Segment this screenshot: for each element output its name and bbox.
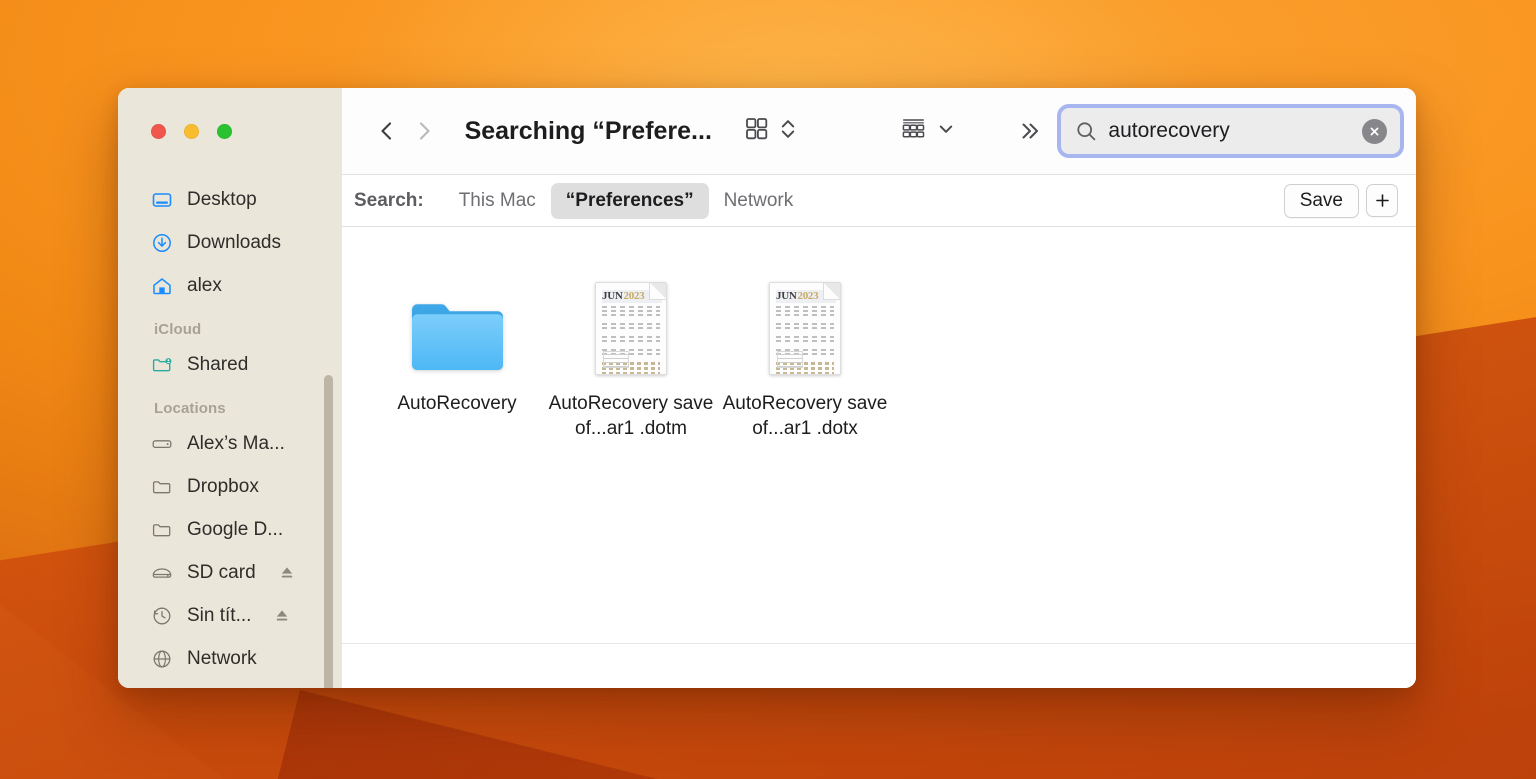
- sidebar-item-downloads[interactable]: Downloads: [118, 221, 342, 264]
- shared-folder-icon: [150, 353, 174, 377]
- sidebar-item-sd-card[interactable]: SD card: [118, 551, 342, 594]
- file-item[interactable]: AutoRecovery: [370, 253, 544, 442]
- sidebar-item-label: Shared: [187, 353, 249, 375]
- sidebar-item-sin-titulo[interactable]: Sin tít...: [118, 594, 342, 637]
- home-icon: [150, 274, 174, 298]
- status-bar: [342, 644, 1416, 688]
- view-toggle-group: [742, 114, 798, 149]
- clear-search-button[interactable]: [1362, 118, 1387, 144]
- view-stepper-button[interactable]: [778, 114, 798, 149]
- file-name-label: AutoRecovery save of...ar1 .dotx: [722, 393, 888, 440]
- sidebar-item-label: Alex’s Ma...: [187, 432, 285, 454]
- desktop-icon: [150, 188, 174, 212]
- arrange-chevron-button[interactable]: [936, 119, 956, 144]
- finder-main-pane: Searching “Prefere... autorecovery Searc…: [342, 88, 1416, 688]
- document-thumbnail-icon: JUN 2023: [769, 282, 841, 375]
- sidebar-item-dropbox[interactable]: Dropbox: [118, 465, 342, 508]
- minimize-button[interactable]: [184, 124, 199, 139]
- search-scope-label: Search:: [354, 189, 424, 211]
- file-name-label: AutoRecovery: [397, 393, 517, 414]
- thumbnail-footer-box: [603, 351, 629, 368]
- sidebar-item-alexs-mac[interactable]: Alex’s Ma...: [118, 422, 342, 465]
- page-fold-corner: [823, 283, 840, 300]
- eject-icon[interactable]: [278, 564, 296, 582]
- network-icon: [150, 647, 174, 671]
- sidebar-item-alex[interactable]: alex: [118, 264, 342, 307]
- sidebar-item-label: Sin tít...: [187, 604, 252, 626]
- file-icon: JUN 2023: [595, 259, 667, 375]
- folder-icon: [409, 297, 506, 375]
- sidebar-scroll-area: Desktop Downloads alex iCloud Shared Loc…: [118, 175, 342, 688]
- sidebar-item-shared[interactable]: Shared: [118, 343, 342, 386]
- thumbnail-text-rows: [776, 306, 834, 355]
- icon-view-button[interactable]: [742, 114, 771, 148]
- folder-icon: [150, 518, 174, 542]
- toolbar-overflow-button[interactable]: [1012, 118, 1048, 144]
- sidebar-item-label: alex: [187, 274, 222, 296]
- chevron-right-icon: [419, 122, 430, 140]
- plus-icon: [1375, 194, 1389, 207]
- add-search-criteria-button[interactable]: [1366, 184, 1398, 217]
- search-icon: [1077, 121, 1096, 140]
- file-icon: [409, 259, 506, 375]
- eject-icon[interactable]: [273, 607, 291, 625]
- sidebar-group-locations: Locations: [154, 400, 226, 417]
- arrange-group: [898, 114, 956, 148]
- search-input-value: autorecovery: [1108, 119, 1230, 142]
- sidebar-item-label: Downloads: [187, 231, 281, 253]
- chevron-down-icon: [939, 125, 953, 133]
- sidebar-item-label: Google D...: [187, 518, 284, 540]
- forward-button[interactable]: [405, 110, 442, 152]
- clock-disk-icon: [150, 604, 174, 628]
- page-title: Searching “Prefere...: [464, 116, 712, 145]
- close-button[interactable]: [151, 124, 166, 139]
- save-search-button[interactable]: Save: [1283, 183, 1359, 218]
- sidebar: Desktop Downloads alex iCloud Shared Loc…: [118, 88, 342, 688]
- search-scope-bar: Search: This Mac “Preferences” Network S…: [342, 175, 1416, 227]
- chevron-left-icon: [381, 122, 391, 140]
- laptop-icon: [150, 432, 174, 456]
- toolbar: Searching “Prefere... autorecovery: [342, 88, 1416, 175]
- file-results-grid[interactable]: AutoRecovery JUN 2023 AutoRecovery save …: [342, 227, 1416, 643]
- downloads-icon: [150, 231, 174, 255]
- thumbnail-text-rows: [602, 306, 660, 355]
- sidebar-item-label: Dropbox: [187, 475, 259, 497]
- zoom-button[interactable]: [217, 124, 232, 139]
- traffic-lights: [118, 88, 342, 175]
- folder-icon: [150, 475, 174, 499]
- page-fold-corner: [649, 283, 666, 300]
- finder-window: Desktop Downloads alex iCloud Shared Loc…: [118, 88, 1416, 688]
- sidebar-item-google-drive[interactable]: Google D...: [118, 508, 342, 551]
- arrange-button[interactable]: [898, 114, 929, 148]
- disk-icon: [150, 561, 174, 585]
- icon-view-grid-icon: [745, 118, 768, 140]
- double-chevron-right-icon: [1022, 123, 1038, 139]
- sidebar-item-desktop[interactable]: Desktop: [118, 178, 342, 221]
- file-name-label: AutoRecovery save of...ar1 .dotm: [548, 393, 714, 440]
- sidebar-item-label: SD card: [187, 561, 256, 583]
- group-rows-icon: [902, 119, 925, 138]
- document-thumbnail-icon: JUN 2023: [595, 282, 667, 375]
- file-icon: JUN 2023: [769, 259, 841, 375]
- sidebar-item-label: Network: [187, 647, 257, 669]
- sidebar-item-label: Desktop: [187, 188, 257, 210]
- sidebar-scrollbar[interactable]: [324, 375, 333, 688]
- chevron-up-down-icon: [781, 119, 795, 138]
- file-item[interactable]: JUN 2023 AutoRecovery save of...ar1 .dot…: [718, 253, 892, 442]
- scope-chip-preferences[interactable]: “Preferences”: [550, 182, 709, 219]
- sidebar-item-network[interactable]: Network: [118, 637, 342, 680]
- file-item[interactable]: JUN 2023 AutoRecovery save of...ar1 .dot…: [544, 253, 718, 442]
- sidebar-group-icloud: iCloud: [154, 321, 202, 338]
- search-input[interactable]: autorecovery: [1061, 108, 1400, 154]
- close-icon: [1370, 127, 1379, 135]
- scope-chip-this-mac[interactable]: This Mac: [444, 183, 551, 219]
- scope-chip-network[interactable]: Network: [709, 183, 809, 219]
- back-button[interactable]: [368, 110, 405, 152]
- thumbnail-footer-box: [777, 351, 803, 368]
